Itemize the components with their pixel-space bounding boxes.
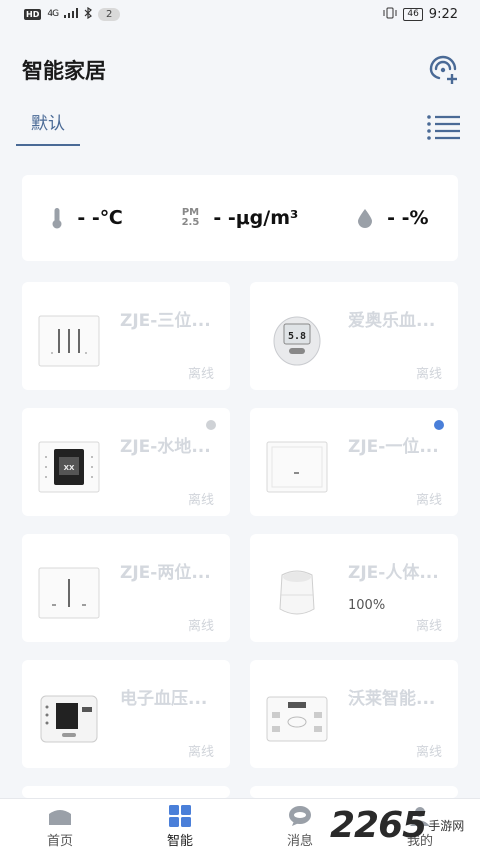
pm25-icon: PM 2.5 bbox=[182, 208, 200, 228]
device-card[interactable]: 电子血压... 离线 bbox=[22, 660, 230, 768]
list-icon bbox=[427, 115, 460, 140]
add-home-button[interactable] bbox=[426, 52, 462, 88]
list-view-button[interactable] bbox=[426, 114, 462, 142]
device-status: 离线 bbox=[415, 493, 442, 508]
network-label: 4G bbox=[47, 9, 59, 19]
watermark-logo: 2265 手游网 bbox=[330, 800, 480, 850]
status-dot bbox=[434, 420, 444, 430]
device-card-partial[interactable] bbox=[22, 786, 230, 798]
battery-percentage: 100% bbox=[348, 598, 386, 613]
room-tabs: 默认 bbox=[16, 108, 462, 148]
status-dot bbox=[206, 420, 216, 430]
pm25-value: - -μg/m³ bbox=[213, 207, 299, 229]
clock: 9:22 bbox=[428, 6, 458, 22]
nav-label: 消息 bbox=[286, 833, 313, 849]
temperature-value: - -℃ bbox=[77, 207, 123, 229]
single-switch-icon bbox=[264, 434, 330, 500]
status-bar-right: 46 9:22 bbox=[383, 7, 458, 22]
glucose-meter-icon: 5.8 bbox=[264, 308, 330, 374]
glucose-screen-value: 5.8 bbox=[288, 331, 306, 342]
triple-switch-icon bbox=[36, 308, 102, 374]
motion-sensor-icon bbox=[264, 560, 330, 626]
device-status: 离线 bbox=[415, 745, 442, 760]
humidity-value: - -% bbox=[387, 207, 429, 229]
double-switch-icon bbox=[36, 560, 102, 626]
notification-count: 2 bbox=[98, 7, 121, 21]
temperature-item: - -℃ bbox=[51, 207, 123, 229]
device-name: 电子血压... bbox=[120, 689, 208, 709]
add-home-icon bbox=[429, 55, 457, 84]
device-card-partial[interactable] bbox=[250, 786, 458, 798]
device-name: ZJE-人体... bbox=[348, 563, 439, 583]
device-status: 离线 bbox=[415, 619, 442, 634]
home-icon bbox=[47, 805, 73, 827]
signal-icon bbox=[64, 7, 79, 21]
device-status: 离线 bbox=[187, 493, 214, 508]
watermark-text: 手游网 bbox=[428, 818, 465, 833]
water-drop-icon bbox=[358, 209, 373, 228]
grid-icon bbox=[168, 804, 192, 827]
device-card[interactable]: 5.8 爱奥乐血... 离线 bbox=[250, 282, 458, 390]
device-name: ZJE-一位... bbox=[348, 437, 439, 457]
environment-card[interactable]: - -℃ PM 2.5 - -μg/m³ - -% bbox=[22, 175, 458, 261]
thermometer-icon bbox=[52, 208, 62, 229]
device-status: 离线 bbox=[187, 367, 214, 382]
device-card[interactable]: ZJE-三位... 离线 bbox=[22, 282, 230, 390]
nav-label: 首页 bbox=[46, 833, 73, 849]
pm25-icon-bottom: 2.5 bbox=[181, 217, 200, 228]
bluetooth-icon bbox=[84, 6, 92, 22]
device-card[interactable]: ZJE-两位... 离线 bbox=[22, 534, 230, 642]
device-name: 沃莱智能... bbox=[348, 689, 436, 709]
device-name: ZJE-两位... bbox=[120, 563, 211, 583]
status-bar-left: HD 4G 2 bbox=[24, 6, 121, 22]
floor-heating-panel-icon: XX bbox=[36, 434, 102, 500]
device-status: 离线 bbox=[187, 619, 214, 634]
hd-badge: HD bbox=[24, 8, 42, 20]
device-status: 离线 bbox=[187, 745, 214, 760]
device-card[interactable]: ZJE-一位... 离线 bbox=[250, 408, 458, 516]
battery-indicator: 46 bbox=[403, 7, 423, 21]
device-card[interactable]: 沃莱智能... 离线 bbox=[250, 660, 458, 768]
vibrate-icon bbox=[383, 7, 397, 22]
device-status: 离线 bbox=[415, 367, 442, 382]
body-scale-icon bbox=[264, 686, 330, 752]
watermark-number: 2265 bbox=[330, 804, 427, 846]
tab-default[interactable]: 默认 bbox=[16, 108, 80, 146]
panel-text: XX bbox=[64, 464, 75, 472]
device-card[interactable]: ZJE-人体... 100% 离线 bbox=[250, 534, 458, 642]
device-name: ZJE-水地... bbox=[120, 437, 211, 457]
header: 智能家居 bbox=[22, 54, 462, 86]
humidity-item: - -% bbox=[357, 207, 429, 229]
pm25-item: PM 2.5 - -μg/m³ bbox=[182, 207, 299, 229]
message-icon bbox=[288, 805, 312, 827]
device-card[interactable]: XX ZJE-水地... 离线 bbox=[22, 408, 230, 516]
device-name: 爱奥乐血... bbox=[348, 311, 436, 331]
nav-label: 智能 bbox=[166, 833, 193, 849]
status-bar: HD 4G 2 46 9:22 bbox=[0, 0, 480, 28]
page-title: 智能家居 bbox=[22, 59, 106, 83]
nav-home[interactable]: 首页 bbox=[0, 805, 120, 849]
nav-smart[interactable]: 智能 bbox=[120, 804, 240, 849]
device-name: ZJE-三位... bbox=[120, 311, 211, 331]
blood-pressure-monitor-icon bbox=[36, 686, 102, 752]
